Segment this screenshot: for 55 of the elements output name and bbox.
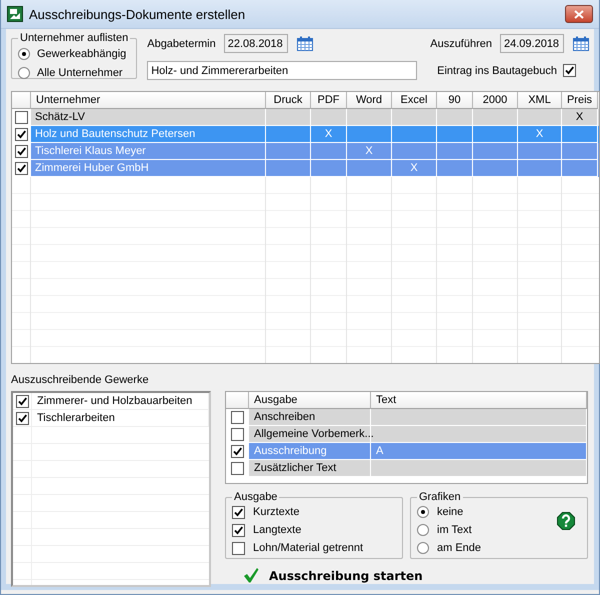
option-label: Kurztexte <box>253 506 300 518</box>
option-label: im Text <box>437 524 472 536</box>
checkbox-label: Eintrag ins Bautagebuch <box>437 64 557 76</box>
checkbox[interactable] <box>14 128 28 140</box>
date-field[interactable]: 24.09.2018 <box>500 34 564 53</box>
checkbox[interactable] <box>14 144 28 158</box>
table-row[interactable]: Allgemeine Vorbemerk... <box>226 426 587 443</box>
group-title: Unternehmer auflisten <box>19 32 130 44</box>
calendar-icon[interactable] <box>296 36 313 51</box>
close-button[interactable] <box>565 5 593 23</box>
checkbox[interactable] <box>230 462 244 474</box>
table-cell: Zusätzlicher Text <box>249 460 371 477</box>
option-label: am Ende <box>437 542 482 554</box>
checkbox[interactable] <box>16 412 28 424</box>
checkbox[interactable] <box>230 444 244 458</box>
checkbox[interactable] <box>14 162 28 174</box>
list-item[interactable]: Zimmerer- und Holzbauarbeiten <box>32 393 209 410</box>
table-row[interactable]: Zusätzlicher Text <box>226 460 587 477</box>
window-title: Ausschreibungs-Dokumente erstellen <box>29 6 246 22</box>
checkbox[interactable] <box>16 394 28 408</box>
option-label: Lohn/Material getrennt <box>253 542 364 554</box>
group-title: Ausgabe <box>233 491 278 503</box>
radio-button[interactable] <box>417 542 429 554</box>
field-label: Abgabetermin <box>147 38 216 50</box>
checkbox[interactable] <box>232 506 245 518</box>
field-label: Auszuführen <box>430 38 492 50</box>
list-item[interactable]: Tischlerarbeiten <box>32 410 209 427</box>
description-field[interactable]: Holz- und Zimmererarbeiten <box>147 61 418 80</box>
option-label: keine <box>437 506 464 518</box>
close-icon <box>574 10 584 18</box>
checkbox[interactable] <box>563 64 576 77</box>
checkbox[interactable] <box>14 110 28 124</box>
option-label: Alle Unternehmer <box>37 66 123 78</box>
radio-button[interactable] <box>18 48 30 60</box>
checkbox[interactable] <box>232 524 245 536</box>
table-cell: X <box>392 160 437 177</box>
radio-button[interactable] <box>417 524 429 536</box>
section-label: Auszuschreibende Gewerke <box>11 374 150 388</box>
table-cell: Zimmerei Huber GmbH <box>31 160 266 177</box>
checkmark-icon <box>243 568 259 583</box>
option-label: Gewerkeabhängig <box>37 48 126 60</box>
checkbox[interactable] <box>230 428 244 440</box>
table-row[interactable]: Anschreiben <box>226 409 587 426</box>
calendar-icon[interactable] <box>573 36 589 51</box>
date-field[interactable]: 22.08.2018 <box>224 34 288 53</box>
option-label: Langtexte <box>253 524 302 536</box>
group-title: Grafiken <box>418 491 462 503</box>
table-row[interactable]: Schätz-LV X <box>12 109 599 126</box>
checkbox[interactable] <box>232 542 245 554</box>
checkbox[interactable] <box>230 410 244 424</box>
app-icon <box>7 6 23 22</box>
start-button[interactable]: Ausschreibung starten <box>243 568 423 583</box>
radio-button[interactable] <box>18 66 30 78</box>
radio-button[interactable] <box>417 506 429 518</box>
help-icon[interactable] <box>557 512 575 530</box>
